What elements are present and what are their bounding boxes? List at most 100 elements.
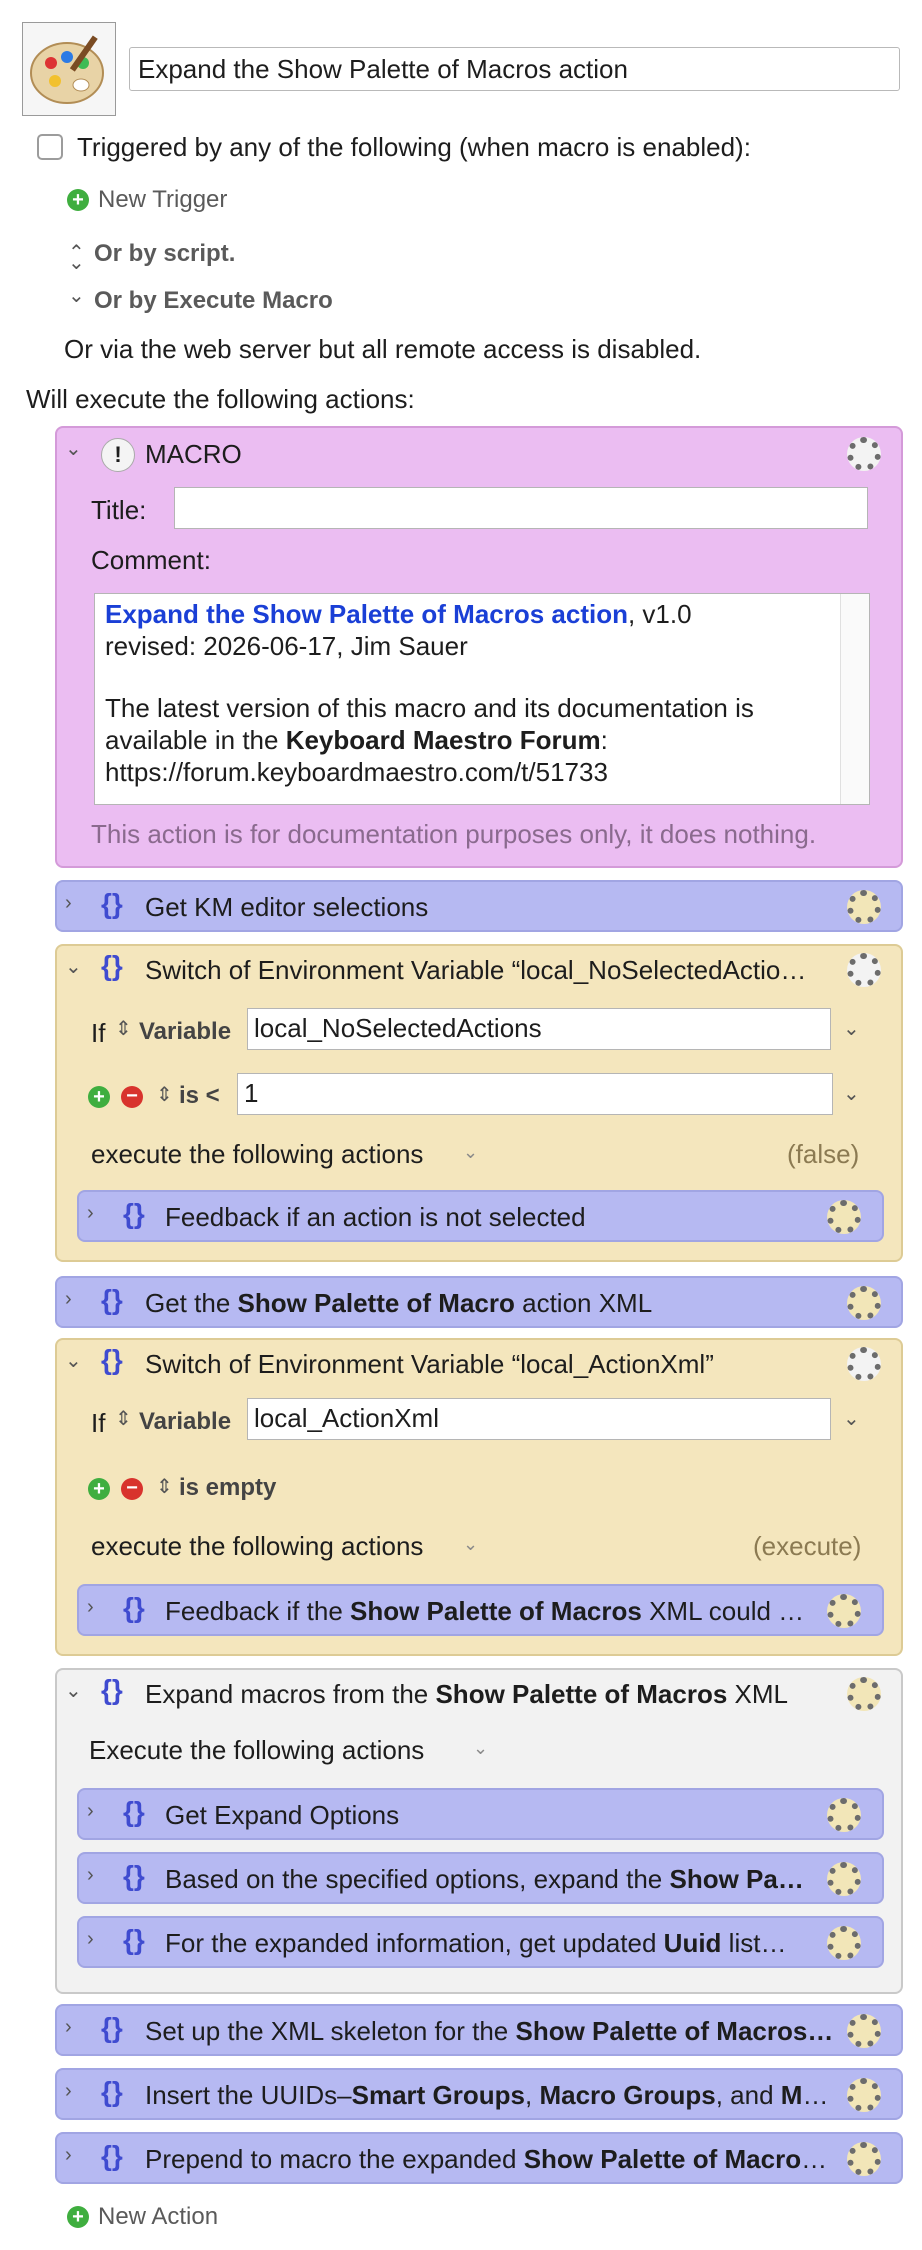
plus-icon[interactable]: +	[88, 1086, 110, 1108]
macro-icon-well[interactable]	[22, 22, 116, 116]
braces-icon: {}	[101, 950, 123, 981]
plus-icon[interactable]: +	[67, 189, 89, 211]
group-get-action-xml[interactable]: › {} Get the Show Palette of Macro actio…	[55, 1276, 903, 1328]
new-action-button[interactable]: New Action	[98, 2202, 218, 2232]
group-name-pre: Set up the XML skeleton for the	[145, 2016, 516, 2046]
clock-gear-icon[interactable]	[827, 1798, 861, 1832]
chevron-right-icon[interactable]: ›	[87, 1928, 94, 1951]
chevron-right-icon[interactable]: ›	[87, 1202, 94, 1225]
comment-para1: The latest version of this macro and its…	[105, 693, 754, 723]
chevron-right-icon[interactable]: ›	[65, 2016, 72, 2039]
gear-icon[interactable]	[847, 953, 881, 987]
chevron-right-icon[interactable]: ›	[87, 1864, 94, 1887]
condition-dropdown-icon[interactable]: ⌄	[843, 1081, 860, 1106]
or-by-execute-toggle[interactable]: Or by Execute Macro	[94, 286, 333, 316]
clock-gear-icon[interactable]	[847, 2078, 881, 2112]
switch-state: (execute)	[753, 1531, 862, 1561]
clock-gear-icon[interactable]	[847, 1677, 881, 1711]
chevron-right-icon[interactable]: ›	[65, 2144, 72, 2167]
new-trigger-button[interactable]: New Trigger	[98, 185, 227, 215]
group-name-post: list…	[721, 1928, 787, 1958]
group-name-bold: Show Palette of Macros	[350, 1596, 642, 1626]
group-name: Get KM editor selections	[145, 892, 429, 922]
condition-label[interactable]: is <	[179, 1082, 220, 1110]
group-updated-uuid[interactable]: › {} For the expanded information, get u…	[77, 1916, 884, 1968]
comment-action-name: MACRO	[145, 439, 242, 469]
chevron-right-icon[interactable]: ›	[87, 1596, 94, 1619]
group-name-pre: Based on the specified options, expand t…	[165, 1864, 670, 1894]
group-feedback-no-action[interactable]: › {} Feedback if an action is not select…	[77, 1190, 884, 1242]
condition-label[interactable]: is empty	[179, 1474, 276, 1502]
execute-label: execute the following actions	[91, 1531, 424, 1561]
clock-gear-icon[interactable]	[847, 890, 881, 924]
chevron-down-icon[interactable]: ⌄	[463, 1142, 478, 1163]
variable-dropdown-icon[interactable]: ⌄	[843, 1016, 860, 1041]
braces-icon: {}	[101, 2076, 123, 2107]
triggers-enabled-checkbox[interactable]	[37, 134, 63, 160]
chevron-right-icon[interactable]: ›	[65, 892, 72, 915]
group-get-km-selections[interactable]: › {} Get KM editor selections	[55, 880, 903, 932]
comment-title-input[interactable]	[174, 487, 868, 529]
variable-name-input[interactable]: local_ActionXml	[247, 1398, 831, 1440]
switch-no-selected-actions[interactable]: ⌄ {} Switch of Environment Variable “loc…	[55, 944, 903, 1262]
variable-label: Variable	[139, 1018, 232, 1045]
chevron-down-icon[interactable]: ⌄	[68, 283, 85, 308]
braces-icon: {}	[123, 1924, 145, 1955]
braces-icon: {}	[101, 888, 123, 919]
comment-url[interactable]: https://forum.keyboardmaestro.com/t/5173…	[105, 756, 608, 788]
chevron-right-icon[interactable]: ›	[65, 2080, 72, 2103]
group-name-bold: Uuid	[663, 1928, 722, 1958]
variable-name-input[interactable]: local_NoSelectedActions	[247, 1008, 831, 1050]
chevron-right-icon[interactable]: ›	[65, 1288, 72, 1311]
condition-value-input[interactable]: 1	[237, 1073, 833, 1115]
chevron-right-icon[interactable]: ›	[87, 1800, 94, 1823]
updown-icon[interactable]: ⇕	[115, 1406, 132, 1431]
minus-icon[interactable]: −	[121, 1478, 143, 1500]
clock-gear-icon[interactable]	[827, 1594, 861, 1628]
group-expand-macros[interactable]: ⌄ {} Expand macros from the Show Palette…	[55, 1668, 903, 1994]
minus-icon[interactable]: −	[121, 1086, 143, 1108]
clock-gear-icon[interactable]	[827, 1200, 861, 1234]
chevron-down-icon[interactable]: ⌄	[463, 1534, 478, 1555]
comment-version: , v1.0	[627, 599, 692, 629]
comment-title-link[interactable]: Expand the Show Palette of Macros action	[105, 599, 628, 629]
group-expand-palette[interactable]: › {} Based on the specified options, exp…	[77, 1852, 884, 1904]
gear-icon[interactable]	[847, 1347, 881, 1381]
plus-icon[interactable]: +	[88, 1478, 110, 1500]
group-xml-skeleton[interactable]: › {} Set up the XML skeleton for the Sho…	[55, 2004, 903, 2056]
group-get-expand-options[interactable]: › {} Get Expand Options	[77, 1788, 884, 1840]
clock-gear-icon[interactable]	[827, 1862, 861, 1896]
updown-icon[interactable]: ⇕	[156, 1082, 173, 1107]
if-label: If	[91, 1018, 106, 1048]
variable-dropdown-icon[interactable]: ⌄	[843, 1406, 860, 1431]
comment-action[interactable]: ⌄ ! MACRO Title: Comment: Expand the Sho…	[55, 426, 903, 868]
group-name-mid2: , and	[715, 2080, 781, 2110]
group-name: Get Expand Options	[165, 1800, 400, 1830]
clock-gear-icon[interactable]	[847, 2014, 881, 2048]
gear-icon[interactable]	[847, 437, 881, 471]
chevron-down-icon[interactable]: ⌄	[65, 954, 82, 979]
clock-gear-icon[interactable]	[847, 1286, 881, 1320]
or-by-script-toggle[interactable]: Or by script.	[94, 239, 235, 269]
comment-para2-post: :	[600, 725, 608, 755]
chevron-down-icon[interactable]: ⌄	[65, 1678, 82, 1703]
plus-icon[interactable]: +	[67, 2206, 89, 2228]
macro-title-input[interactable]: Expand the Show Palette of Macros action	[129, 47, 900, 91]
braces-icon: {}	[123, 1860, 145, 1891]
palette-icon	[30, 35, 104, 104]
group-feedback-xml[interactable]: › {} Feedback if the Show Palette of Mac…	[77, 1584, 884, 1636]
clock-gear-icon[interactable]	[847, 2142, 881, 2176]
group-prepend-macro[interactable]: › {} Prepend to macro the expanded Show …	[55, 2132, 903, 2184]
switch-action-xml[interactable]: ⌄ {} Switch of Environment Variable “loc…	[55, 1338, 903, 1656]
comment-para2-pre: available in the	[105, 725, 286, 755]
updown-icon[interactable]: ⇕	[156, 1474, 173, 1499]
group-insert-uuids[interactable]: › {} Insert the UUIDs–Smart Groups, Macr…	[55, 2068, 903, 2120]
comment-scrollbar[interactable]	[840, 594, 869, 804]
chevron-down-icon[interactable]: ⌄	[65, 436, 82, 461]
comment-text-area[interactable]: Expand the Show Palette of Macros action…	[94, 593, 870, 805]
chevron-down-icon[interactable]: ⌄	[65, 1348, 82, 1373]
chevron-down-icon[interactable]: ⌄	[473, 1738, 488, 1759]
comment-para2-bold: Keyboard Maestro Forum	[285, 725, 601, 755]
updown-icon[interactable]: ⇕	[115, 1016, 132, 1041]
clock-gear-icon[interactable]	[827, 1926, 861, 1960]
